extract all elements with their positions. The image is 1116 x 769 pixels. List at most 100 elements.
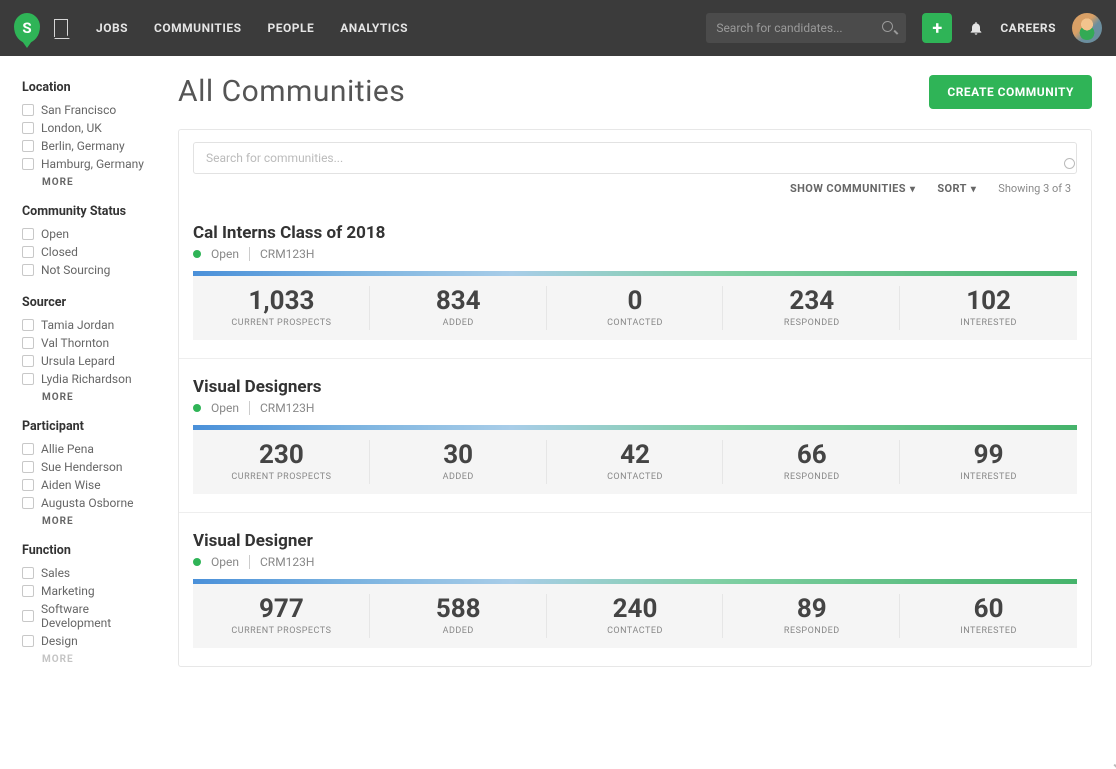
checkbox-icon[interactable] (22, 479, 34, 491)
filter-item[interactable]: Val Thornton (22, 334, 156, 352)
bookmark-icon[interactable] (54, 19, 68, 37)
community-row[interactable]: Cal Interns Class of 2018 OpenCRM123H 1,03… (179, 205, 1091, 358)
filter-item-label: San Francisco (41, 103, 116, 117)
stat-cell: 240CONTACTED (547, 584, 724, 648)
show-communities-dropdown[interactable]: SHOW COMMUNITIES▾ (790, 182, 915, 195)
filter-item[interactable]: Tamia Jordan (22, 316, 156, 334)
checkbox-icon[interactable] (22, 635, 34, 647)
create-community-button[interactable]: CREATE COMMUNITY (929, 75, 1092, 109)
stat-value: 240 (551, 594, 720, 624)
stat-cell: 42CONTACTED (547, 430, 724, 494)
filter-more-link[interactable]: MORE (22, 177, 156, 188)
search-communities-input[interactable]: Search for communities... (193, 142, 1077, 174)
search-candidates-input[interactable]: Search for candidates... (706, 13, 906, 43)
filter-item-label: Augusta Osborne (41, 496, 133, 510)
filter-item[interactable]: London, UK (22, 119, 156, 137)
filter-item-label: Sales (41, 566, 70, 580)
community-code: CRM123H (260, 555, 314, 569)
filter-item[interactable]: Not Sourcing (22, 261, 156, 279)
filter-item-label: Allie Pena (41, 442, 94, 456)
nav-people[interactable]: PEOPLE (267, 21, 314, 35)
checkbox-icon[interactable] (22, 443, 34, 455)
filter-item-label: Val Thornton (41, 336, 109, 350)
community-meta: OpenCRM123H (193, 555, 1077, 569)
checkbox-icon[interactable] (22, 140, 34, 152)
filter-item[interactable]: Open (22, 225, 156, 243)
filter-item[interactable]: Closed (22, 243, 156, 261)
checkbox-icon[interactable] (22, 610, 34, 622)
checkbox-icon[interactable] (22, 337, 34, 349)
stat-cell: 834ADDED (370, 276, 547, 340)
stat-label: CONTACTED (551, 472, 720, 482)
filter-group: Community Status OpenClosedNot Sourcing (22, 204, 156, 279)
community-row[interactable]: Visual DesignerOpenCRM123H977CURRENT PRO… (179, 512, 1091, 666)
checkbox-icon[interactable] (22, 122, 34, 134)
stat-value: 834 (374, 286, 543, 316)
checkbox-icon[interactable] (22, 497, 34, 509)
add-button[interactable]: + (922, 13, 952, 43)
checkbox-icon[interactable] (22, 319, 34, 331)
checkbox-icon[interactable] (22, 264, 34, 276)
checkbox-icon[interactable] (22, 373, 34, 385)
status-dot-icon (193, 404, 201, 412)
filter-item[interactable]: Aiden Wise (22, 476, 156, 494)
stat-cell: 102INTERESTED (900, 276, 1077, 340)
filter-item[interactable]: Sales (22, 564, 156, 582)
filter-more-link[interactable]: MORE (22, 516, 156, 527)
checkbox-icon[interactable] (22, 246, 34, 258)
divider (249, 247, 250, 261)
stat-cell: 1,033CURRENT PROSPECTS (193, 276, 370, 340)
filter-group: Sourcer Tamia Jordan Val Thornton Ursula Le… (22, 295, 156, 403)
nav-jobs[interactable]: JOBS (96, 21, 128, 35)
divider (249, 555, 250, 569)
community-meta: OpenCRM123H (193, 401, 1077, 415)
avatar[interactable] (1072, 13, 1102, 43)
community-row[interactable]: Visual DesignersOpenCRM123H230CURRENT PR… (179, 358, 1091, 512)
community-code: CRM123H (260, 401, 314, 415)
search-communities-placeholder: Search for communities... (206, 151, 343, 165)
filter-item[interactable]: Lydia Richardson (22, 370, 156, 388)
careers-link[interactable]: CAREERS (1000, 21, 1056, 35)
filter-item[interactable]: Augusta Osborne (22, 494, 156, 512)
communities-card: Search for communities... SHOW COMMUNITI… (178, 129, 1092, 667)
filter-item[interactable]: Ursula Lepard (22, 352, 156, 370)
filter-item[interactable]: San Francisco (22, 101, 156, 119)
checkbox-icon[interactable] (22, 104, 34, 116)
stat-cell: 99INTERESTED (900, 430, 1077, 494)
stat-cell: 234RESPONDED (723, 276, 900, 340)
filter-title: Sourcer (22, 295, 156, 310)
filter-item[interactable]: Sue Henderson (22, 458, 156, 476)
filter-item[interactable]: Software Development (22, 600, 156, 632)
nav-links: JOBS COMMUNITIES PEOPLE ANALYTICS (96, 21, 408, 35)
app-logo[interactable]: S (14, 13, 40, 43)
community-code: CRM123H (260, 247, 314, 261)
nav-communities[interactable]: COMMUNITIES (154, 21, 241, 35)
filter-item-label: London, UK (41, 121, 102, 135)
checkbox-icon[interactable] (22, 228, 34, 240)
checkbox-icon[interactable] (22, 158, 34, 170)
filter-title: Community Status (22, 204, 156, 219)
checkbox-icon[interactable] (22, 461, 34, 473)
filter-item[interactable]: Design (22, 632, 156, 650)
filter-more-link[interactable]: MORE (22, 392, 156, 403)
checkbox-icon[interactable] (22, 355, 34, 367)
filter-more-link[interactable]: MORE (22, 654, 156, 665)
bell-icon[interactable] (968, 20, 984, 36)
filter-item[interactable]: Hamburg, Germany (22, 155, 156, 173)
filter-item[interactable]: Marketing (22, 582, 156, 600)
filter-title: Function (22, 543, 156, 558)
community-meta: OpenCRM123H (193, 247, 1077, 261)
nav-analytics[interactable]: ANALYTICS (340, 21, 408, 35)
stat-label: RESPONDED (727, 472, 896, 482)
stat-label: CURRENT PROSPECTS (197, 626, 366, 636)
stat-label: CURRENT PROSPECTS (197, 318, 366, 328)
stat-label: INTERESTED (904, 626, 1073, 636)
filter-item[interactable]: Allie Pena (22, 440, 156, 458)
community-title: Cal Interns Class of 2018 (193, 223, 1077, 243)
sort-dropdown[interactable]: SORT▾ (937, 182, 976, 195)
filter-item[interactable]: Berlin, Germany (22, 137, 156, 155)
filter-item-label: Berlin, Germany (41, 139, 125, 153)
filter-title: Participant (22, 419, 156, 434)
checkbox-icon[interactable] (22, 567, 34, 579)
checkbox-icon[interactable] (22, 585, 34, 597)
